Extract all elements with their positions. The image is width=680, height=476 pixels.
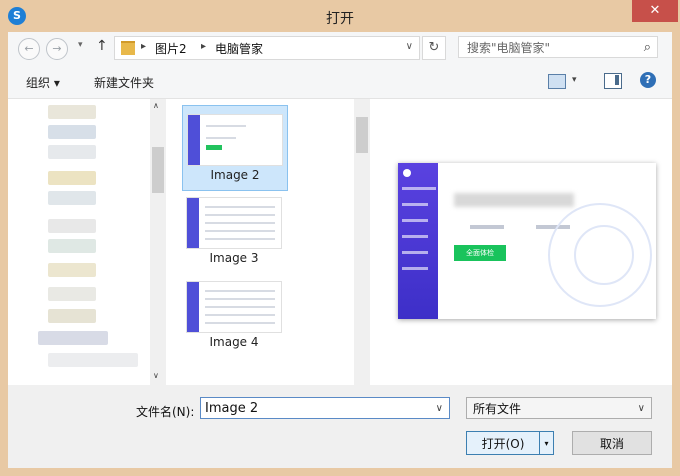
nav-item-blurred[interactable] [48,239,96,253]
address-dropdown-icon[interactable]: ∨ [406,41,413,52]
scroll-thumb[interactable] [152,147,164,193]
navigation-bar: ← → ▾ ↑ ▸ 图片2 ▸ 电脑管家 ∨ ↻ 搜索"电脑管家" ⌕ [8,32,672,66]
file-list: Image 2 Image 3 Image 4 [174,99,354,385]
preview-app-sidebar [398,163,438,319]
preview-pane: 全面体检 [372,99,672,385]
nav-item-blurred[interactable] [38,331,108,345]
preview-pane-icon[interactable] [604,73,622,89]
cancel-button[interactable]: 取消 [572,431,652,455]
command-toolbar: 组织 ▾ 新建文件夹 ▾ ? [8,66,672,99]
navigation-pane[interactable] [8,99,158,385]
file-type-value: 所有文件 [473,402,522,416]
image-thumbnail [187,114,283,166]
breadcrumb-separator: ▸ [201,41,207,52]
file-item[interactable]: Image 4 [182,273,286,357]
view-options-dropdown[interactable]: ▾ [572,75,577,85]
help-icon[interactable]: ? [640,72,656,88]
file-item[interactable]: Image 2 [182,105,288,191]
open-button[interactable]: 打开(O) [466,431,540,455]
window-title: 打开 [326,11,354,27]
breadcrumb-separator: ▸ [141,41,147,52]
back-button[interactable]: ← [18,38,40,60]
filename-input[interactable]: Image 2 ∨ [200,397,450,419]
nav-item-blurred[interactable] [48,309,96,323]
search-placeholder: 搜索"电脑管家" [467,41,551,55]
image-thumbnail [186,281,282,333]
navigation-pane-scrollbar[interactable]: ∧ ∨ [150,99,166,385]
open-options-dropdown[interactable]: ▾ [540,431,554,455]
refresh-button[interactable]: ↻ [422,36,446,60]
dialog-client: ← → ▾ ↑ ▸ 图片2 ▸ 电脑管家 ∨ ↻ 搜索"电脑管家" ⌕ 组织 ▾… [8,32,672,468]
nav-item-blurred[interactable] [48,171,96,185]
nav-item-blurred[interactable] [48,191,96,205]
open-dialog-window: S 打开 ✕ ← → ▾ ↑ ▸ 图片2 ▸ 电脑管家 ∨ ↻ 搜索"电脑管家"… [0,0,680,476]
nav-item-blurred[interactable] [48,353,138,367]
change-view-icon[interactable] [548,74,566,89]
file-type-select[interactable]: 所有文件 ∨ [466,397,652,419]
organize-button[interactable]: 组织 ▾ [26,74,60,91]
chevron-down-icon[interactable]: ∨ [638,398,645,420]
filename-label: 文件名(N): [136,405,195,419]
up-button[interactable]: ↑ [96,38,108,54]
file-name-label: Image 3 [209,251,259,265]
preview-scan-button: 全面体检 [454,245,506,261]
file-item[interactable]: Image 3 [182,189,286,273]
scroll-thumb[interactable] [356,117,368,153]
nav-item-blurred[interactable] [48,145,96,159]
file-name-area: 文件名(N): Image 2 ∨ 所有文件 ∨ 打开(O) ▾ 取消 [8,385,672,468]
close-button[interactable]: ✕ [632,0,678,22]
nav-item-blurred[interactable] [48,263,96,277]
preview-blurred-title [454,193,574,207]
filename-value: Image 2 [205,401,259,416]
folder-icon [121,41,135,55]
forward-button[interactable]: → [46,38,68,60]
file-name-label: Image 4 [209,335,259,349]
title-bar: S 打开 ✕ [0,0,680,32]
nav-item-blurred[interactable] [48,125,96,139]
new-folder-button[interactable]: 新建文件夹 [94,74,154,91]
search-icon[interactable]: ⌕ [644,37,651,59]
preview-image: 全面体检 [398,163,656,319]
breadcrumb-item[interactable]: 电脑管家 [215,40,263,57]
address-bar[interactable]: ▸ 图片2 ▸ 电脑管家 ∨ [114,36,420,60]
recent-locations-dropdown[interactable]: ▾ [78,40,83,50]
image-thumbnail [186,197,282,249]
scroll-up-arrow[interactable]: ∧ [153,101,159,110]
file-name-label: Image 2 [210,168,260,182]
file-list-scrollbar[interactable] [354,99,370,385]
nav-item-blurred[interactable] [48,219,96,233]
search-input[interactable]: 搜索"电脑管家" ⌕ [458,36,658,58]
nav-item-blurred[interactable] [48,105,96,119]
breadcrumb-item[interactable]: 图片2 [155,40,187,57]
nav-item-blurred[interactable] [48,287,96,301]
filename-history-dropdown[interactable]: ∨ [436,398,443,420]
scroll-down-arrow[interactable]: ∨ [153,371,159,380]
